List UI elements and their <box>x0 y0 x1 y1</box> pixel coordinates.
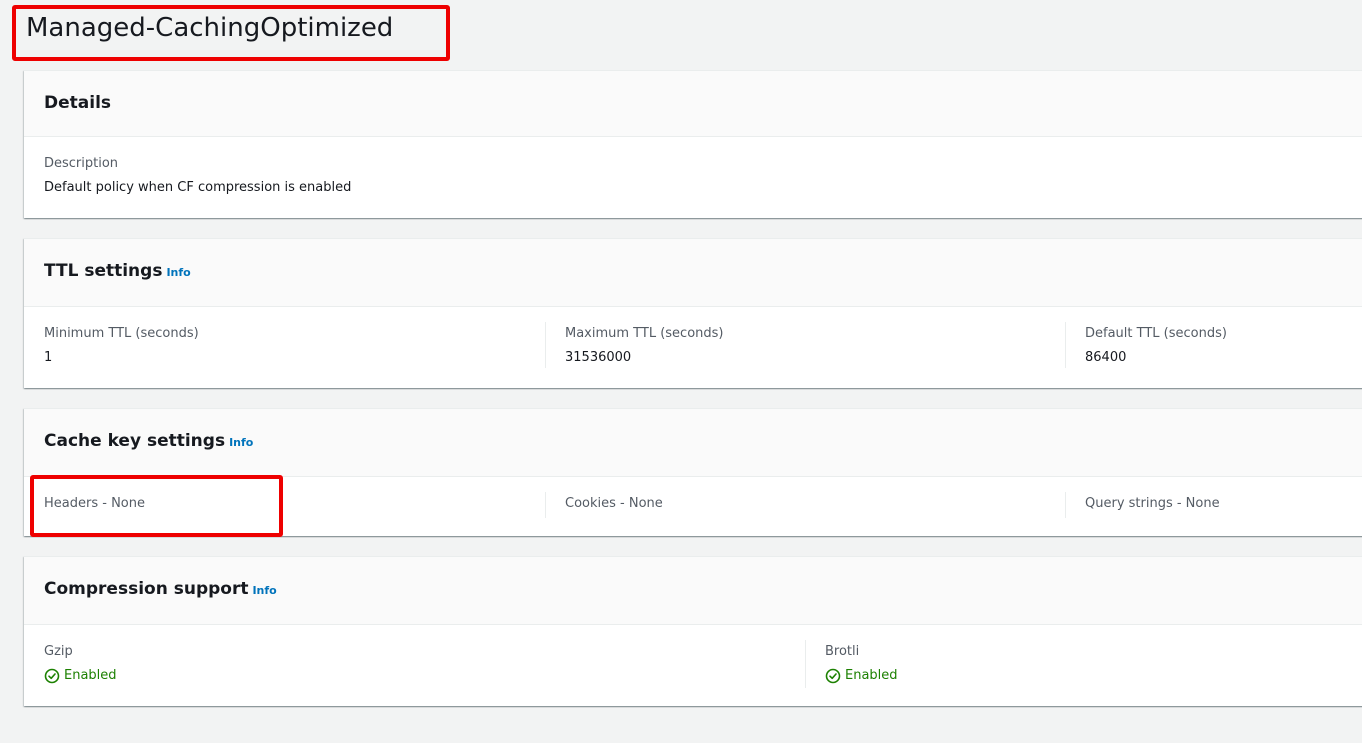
headers-setting: Headers - None <box>44 495 145 513</box>
ttl-settings-title-text: TTL settings <box>44 261 163 281</box>
compression-support-panel: Compression support Info Gzip Enabled Bro… <box>24 556 1362 706</box>
details-panel: Details Description Default policy when … <box>24 70 1362 218</box>
query-strings-label: Query strings - None <box>1085 496 1220 511</box>
column-divider <box>805 640 806 688</box>
gzip-label: Gzip <box>44 644 73 659</box>
brotli-status-text: Enabled <box>845 668 898 683</box>
compression-support-header: Compression support Info <box>24 557 1362 625</box>
page-title: Managed-CachingOptimized <box>26 13 394 43</box>
default-ttl-value: 86400 <box>1085 350 1127 365</box>
default-ttl-field: Default TTL (seconds) 86400 <box>1085 325 1227 367</box>
details-header: Details <box>24 71 1362 137</box>
compression-info-link[interactable]: Info <box>252 584 276 597</box>
cache-key-settings-title-text: Cache key settings <box>44 431 226 451</box>
cache-key-settings-panel: Cache key settings Info Headers - None Co… <box>24 408 1362 536</box>
ttl-settings-panel: TTL settings Info Minimum TTL (seconds) 1… <box>24 238 1362 388</box>
column-divider <box>1065 322 1066 368</box>
default-ttl-label: Default TTL (seconds) <box>1085 326 1227 341</box>
min-ttl-value: 1 <box>44 350 53 365</box>
brotli-field: Brotli Enabled <box>825 643 898 685</box>
column-divider <box>1065 492 1066 518</box>
cache-key-settings-header: Cache key settings Info <box>24 409 1362 477</box>
ttl-info-link[interactable]: Info <box>166 266 190 279</box>
check-circle-icon <box>825 668 841 684</box>
column-divider <box>545 322 546 368</box>
cache-key-settings-title: Cache key settings Info <box>44 431 253 451</box>
ttl-settings-title: TTL settings Info <box>44 261 191 281</box>
description-field: Description Default policy when CF compr… <box>44 155 351 197</box>
compression-support-title-text: Compression support <box>44 579 249 599</box>
gzip-status: Enabled <box>44 667 117 685</box>
min-ttl-label: Minimum TTL (seconds) <box>44 326 199 341</box>
cache-key-info-link[interactable]: Info <box>229 436 253 449</box>
compression-support-title: Compression support Info <box>44 579 277 599</box>
query-strings-setting: Query strings - None <box>1085 495 1220 513</box>
details-title: Details <box>44 93 112 113</box>
gzip-status-text: Enabled <box>64 668 117 683</box>
gzip-field: Gzip Enabled <box>44 643 117 685</box>
cookies-label: Cookies - None <box>565 496 663 511</box>
headers-label: Headers - None <box>44 496 145 511</box>
ttl-settings-header: TTL settings Info <box>24 239 1362 307</box>
description-value: Default policy when CF compression is en… <box>44 180 352 195</box>
max-ttl-value: 31536000 <box>565 350 632 365</box>
max-ttl-field: Maximum TTL (seconds) 31536000 <box>565 325 724 367</box>
description-label: Description <box>44 156 119 171</box>
check-circle-icon <box>44 668 60 684</box>
cookies-setting: Cookies - None <box>565 495 663 513</box>
column-divider <box>545 492 546 518</box>
brotli-status: Enabled <box>825 667 898 685</box>
min-ttl-field: Minimum TTL (seconds) 1 <box>44 325 199 367</box>
max-ttl-label: Maximum TTL (seconds) <box>565 326 724 341</box>
brotli-label: Brotli <box>825 644 860 659</box>
